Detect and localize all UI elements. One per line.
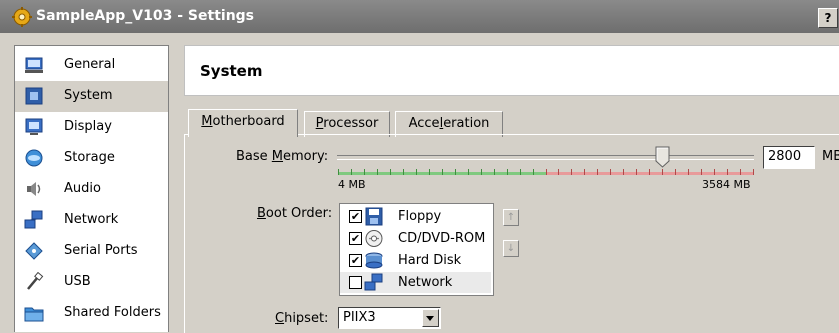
boot-item-checkbox[interactable]: ✔ xyxy=(349,210,362,223)
sidebar-item-label: General xyxy=(64,57,116,72)
title-bar: SampleApp_V103 - Settings ? xyxy=(0,0,839,33)
sidebar-item-storage[interactable]: Storage xyxy=(15,143,168,174)
chipset-value: PIIX3 xyxy=(343,310,376,325)
boot-item-cd-dvd[interactable]: ✔ CD/DVD-ROM xyxy=(340,228,491,249)
audio-icon xyxy=(27,182,41,196)
storage-icon xyxy=(25,149,43,167)
boot-item-checkbox[interactable] xyxy=(349,276,362,289)
sidebar-item-serial-ports[interactable]: Serial Ports xyxy=(15,236,168,267)
label-text: Base xyxy=(236,149,272,164)
sidebar-item-label: System xyxy=(64,88,113,103)
sidebar-item-network[interactable]: Network xyxy=(15,205,168,236)
base-memory-label: Base Memory: xyxy=(236,149,328,164)
base-memory-slider-thumb[interactable] xyxy=(655,146,670,168)
sidebar-item-system[interactable]: System xyxy=(15,81,168,112)
base-memory-min-label: 4 MB xyxy=(338,178,366,191)
settings-gear-icon xyxy=(12,7,32,27)
boot-order-list: ✔ Floppy ✔ CD/DVD-ROM ✔ Hard Disk Networ… xyxy=(339,203,494,296)
sidebar-item-label: Shared Folders xyxy=(64,305,161,320)
network-icon xyxy=(364,273,383,291)
label-text: emory: xyxy=(283,149,329,164)
boot-item-checkbox[interactable]: ✔ xyxy=(349,232,362,245)
chipset-select[interactable]: PIIX3 xyxy=(338,307,441,329)
display-icon xyxy=(25,118,43,135)
sidebar-item-shared-folders[interactable]: Shared Folders xyxy=(15,298,168,329)
usb-icon xyxy=(27,272,44,290)
boot-item-label: Hard Disk xyxy=(398,253,462,268)
base-memory-max-label: 3584 MB xyxy=(702,178,751,191)
sidebar-item-audio[interactable]: Audio xyxy=(15,174,168,205)
sidebar-item-label: USB xyxy=(64,274,91,289)
sidebar-item-label: Audio xyxy=(64,181,101,196)
boot-order-label: Boot Order: xyxy=(257,206,332,221)
system-icon xyxy=(25,87,43,105)
page-title: System xyxy=(200,62,263,80)
tab-label: eration xyxy=(443,116,490,131)
shared-folders-icon xyxy=(24,307,44,322)
label-mnemonic: B xyxy=(257,206,266,221)
tab-label: rocessor xyxy=(323,116,379,131)
boot-item-floppy[interactable]: ✔ Floppy xyxy=(340,206,491,227)
tab-label: otherboard xyxy=(212,114,285,129)
boot-item-network[interactable]: Network xyxy=(340,272,491,293)
serial-ports-icon xyxy=(25,242,43,260)
sidebar-item-label: Display xyxy=(64,119,112,134)
sidebar-item-general[interactable]: General xyxy=(15,50,168,81)
general-icon xyxy=(25,57,43,73)
tab-label: Acce xyxy=(408,116,440,131)
network-icon xyxy=(24,210,43,229)
window-title: SampleApp_V103 - Settings xyxy=(36,8,255,24)
boot-item-label: CD/DVD-ROM xyxy=(398,231,486,246)
floppy-icon xyxy=(365,207,383,226)
cd-dvd-icon xyxy=(365,230,383,247)
chevron-down-icon[interactable] xyxy=(422,309,439,327)
boot-item-label: Network xyxy=(398,275,453,290)
boot-move-up-button[interactable]: ↑ xyxy=(503,209,519,226)
tab-motherboard[interactable]: Motherboard xyxy=(188,109,298,137)
boot-item-checkbox[interactable]: ✔ xyxy=(349,254,362,267)
section-header: System xyxy=(184,45,839,96)
label-mnemonic: M xyxy=(271,149,284,164)
help-button[interactable]: ? xyxy=(818,8,838,28)
base-memory-scale-ticks xyxy=(338,169,754,175)
tab-label-mnemonic: M xyxy=(201,114,213,129)
boot-item-label: Floppy xyxy=(398,209,442,224)
label-mnemonic: C xyxy=(275,311,285,326)
sidebar-item-display[interactable]: Display xyxy=(15,112,168,143)
label-text: hipset: xyxy=(284,311,329,326)
sidebar-item-usb[interactable]: USB xyxy=(15,267,168,298)
base-memory-input[interactable]: 2800 xyxy=(763,146,815,169)
sidebar-item-label: Network xyxy=(64,212,119,227)
hard-disk-icon xyxy=(365,252,383,269)
boot-move-down-button[interactable]: ↓ xyxy=(503,240,519,257)
chipset-label: Chipset: xyxy=(275,311,328,326)
boot-item-hard-disk[interactable]: ✔ Hard Disk xyxy=(340,250,491,271)
base-memory-slider-track[interactable] xyxy=(337,155,754,160)
settings-sidebar: General System Display Storage Audio Net… xyxy=(14,45,169,332)
base-memory-unit: MB xyxy=(822,149,839,164)
label-text: oot Order: xyxy=(265,206,333,221)
sidebar-item-label: Storage xyxy=(64,150,115,165)
sidebar-item-label: Serial Ports xyxy=(64,243,138,258)
